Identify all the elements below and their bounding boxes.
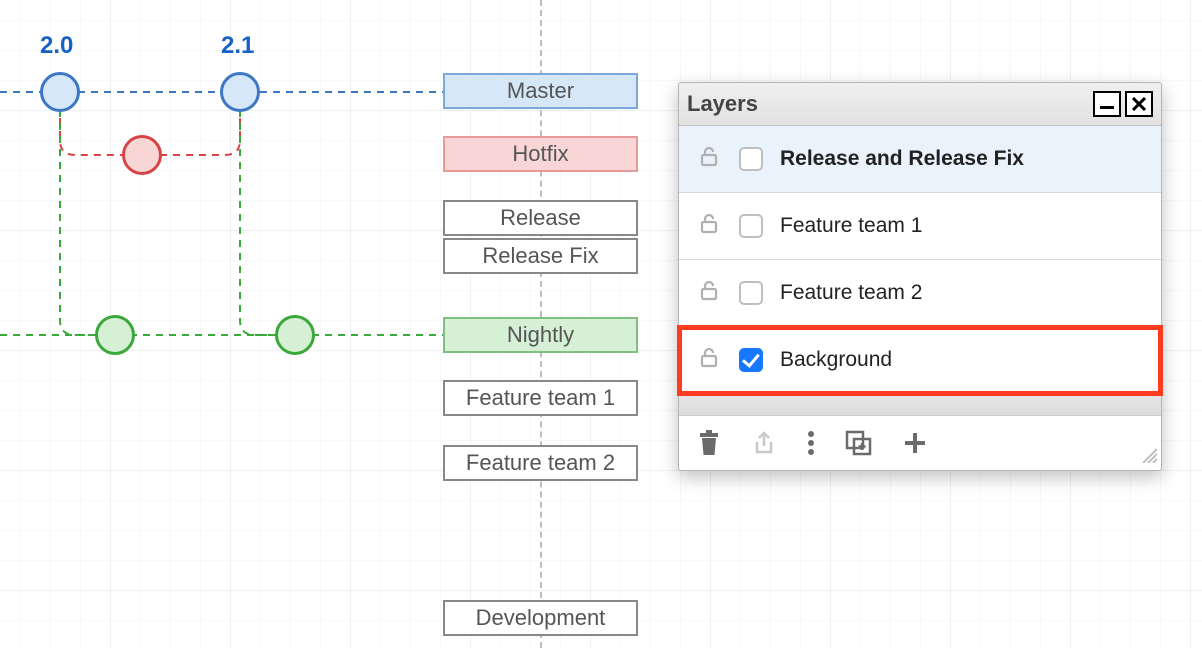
diagram-canvas[interactable]: 2.0 2.1 Master Hotfix Release Release Fi… [0,0,1202,648]
unlock-icon [697,211,721,241]
commit-node-nightly-1[interactable] [95,315,135,355]
branch-label-feature1[interactable]: Feature team 1 [443,380,638,416]
layer-visibility-checkbox[interactable] [739,214,763,238]
layer-label: Release and Release Fix [780,147,1024,171]
branch-label-release[interactable]: Release [443,200,638,236]
resize-handle-icon[interactable] [1139,445,1157,468]
unlock-icon [697,278,721,308]
layers-panel-titlebar[interactable]: Layers [679,83,1161,126]
tag-v21: 2.1 [221,32,254,60]
layer-label: Background [780,348,892,372]
export-icon[interactable] [751,430,777,456]
tag-v20: 2.0 [40,32,73,60]
delete-icon[interactable] [697,430,721,456]
layer-label: Feature team 2 [780,281,922,305]
unlock-icon [697,345,721,375]
branch-label-master[interactable]: Master [443,73,638,109]
more-icon[interactable] [807,430,815,456]
layer-row-release[interactable]: Release and Release Fix [679,126,1161,193]
layers-panel[interactable]: Layers Release and Release Fix Feat [678,82,1162,471]
toolbar-separator [679,394,1161,416]
layers-toolbar [679,416,1161,470]
close-button[interactable] [1125,91,1153,117]
minimize-button[interactable] [1093,91,1121,117]
layer-visibility-checkbox[interactable] [739,147,763,171]
layer-row-background[interactable]: Background [679,327,1161,394]
layer-label: Feature team 1 [780,214,922,238]
duplicate-icon[interactable] [845,430,873,456]
commit-node-master-1[interactable] [40,72,80,112]
branch-label-development[interactable]: Development [443,600,638,636]
unlock-icon [697,144,721,174]
layer-visibility-checkbox[interactable] [739,281,763,305]
branch-label-feature2[interactable]: Feature team 2 [443,445,638,481]
layers-panel-title: Layers [687,91,758,117]
layer-row-feature2[interactable]: Feature team 2 [679,260,1161,327]
branch-label-nightly[interactable]: Nightly [443,317,638,353]
commit-node-hotfix-1[interactable] [122,135,162,175]
layer-row-feature1[interactable]: Feature team 1 [679,193,1161,260]
layer-visibility-checkbox[interactable] [739,348,763,372]
add-icon[interactable] [903,431,927,455]
branch-label-hotfix[interactable]: Hotfix [443,136,638,172]
branch-label-release-fix[interactable]: Release Fix [443,238,638,274]
commit-node-nightly-2[interactable] [275,315,315,355]
commit-node-master-2[interactable] [220,72,260,112]
